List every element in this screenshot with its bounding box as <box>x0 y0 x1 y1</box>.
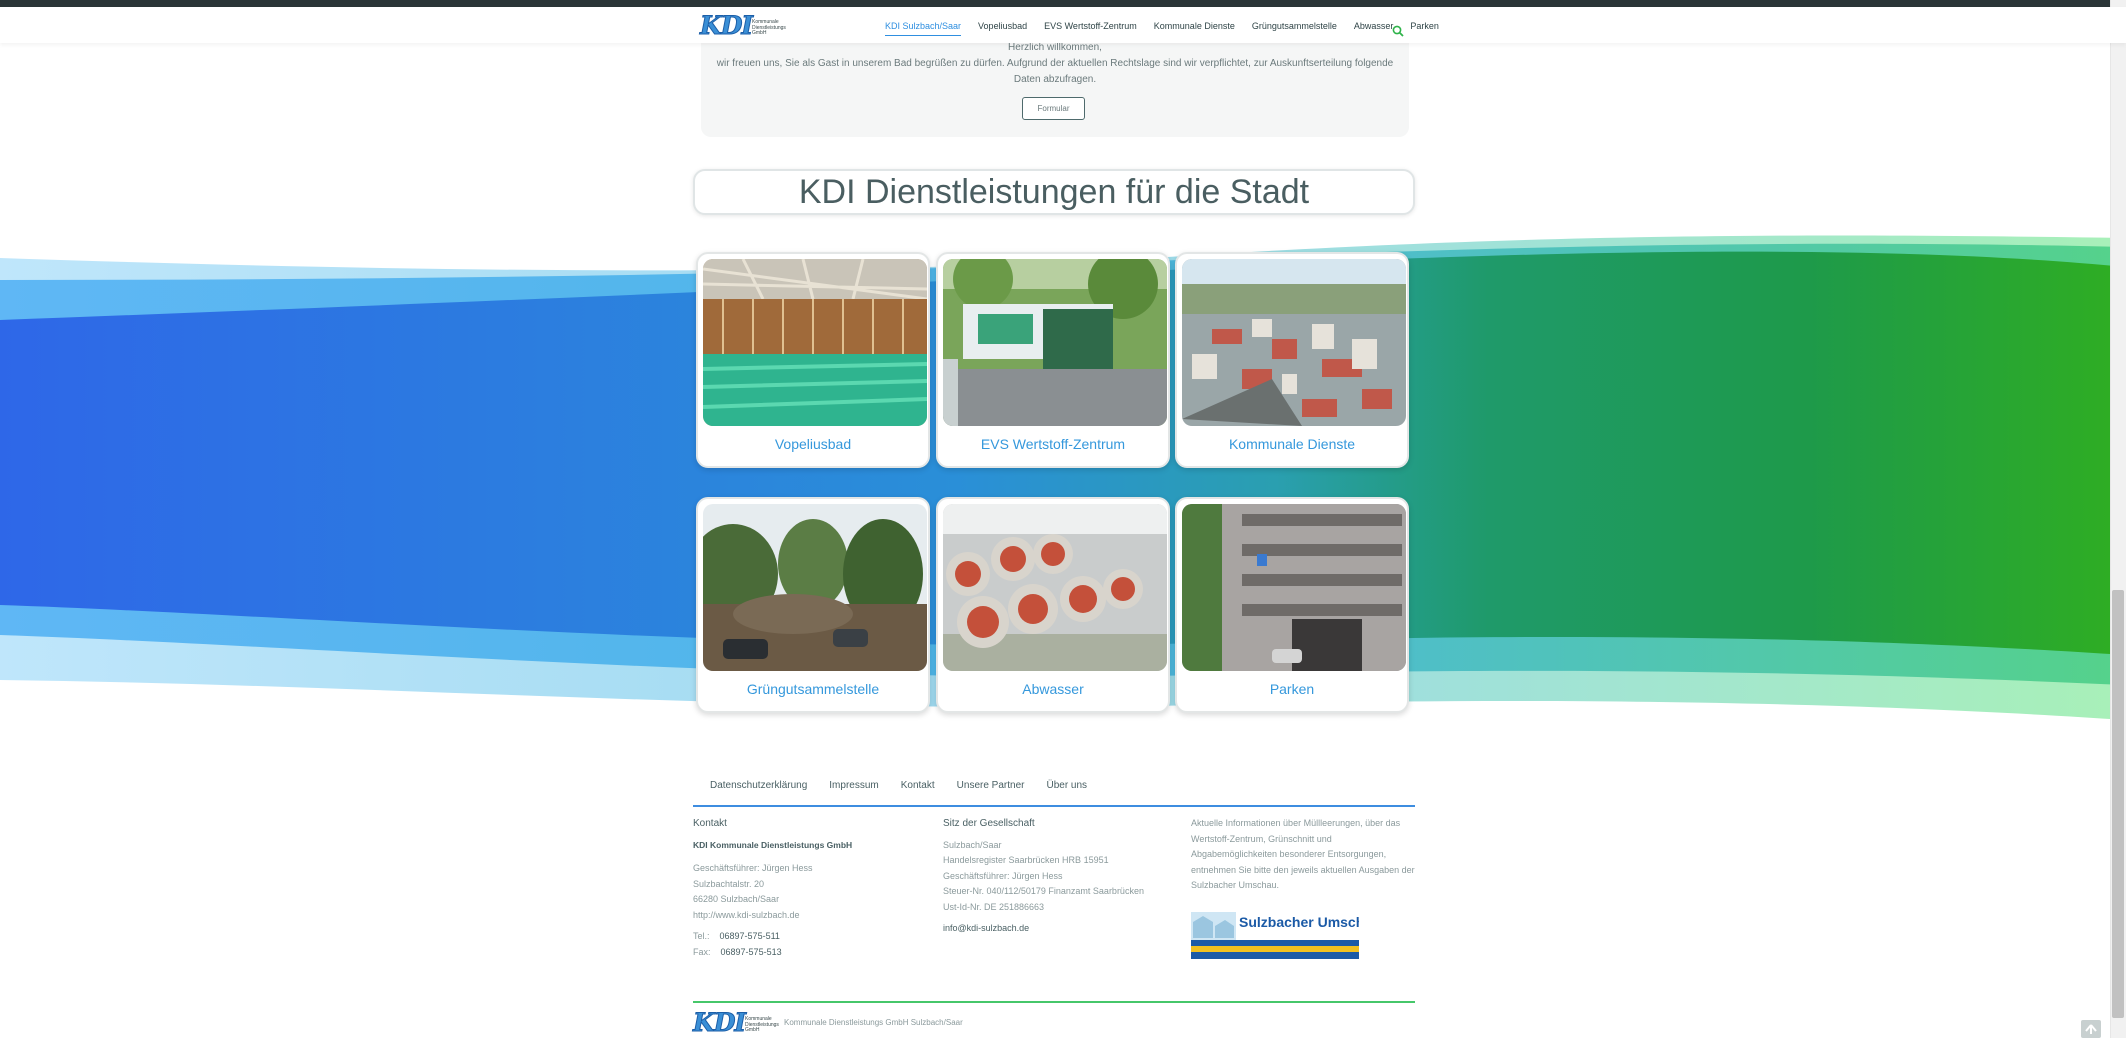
main-nav: KDI Sulzbach/Saar Vopeliusbad EVS Wertst… <box>885 21 1456 36</box>
scrollbar-thumb[interactable] <box>2112 590 2124 1018</box>
welcome-line-3: Daten abzufragen. <box>1013 74 1097 85</box>
nav-item-abwasser[interactable]: Abwasser <box>1354 21 1394 36</box>
news-text-2: Wertstoff-Zentrum, Grünschnitt und <box>1191 833 1332 844</box>
nav-item-gruengutsammelstelle[interactable]: Grüngutsammelstelle <box>1252 21 1337 36</box>
seat-heading: Sitz der Gesellschaft <box>943 818 1035 829</box>
tile-label-abwasser: Abwasser <box>1022 681 1084 697</box>
tile-vopeliusbad[interactable]: Vopeliusbad <box>696 252 930 468</box>
contact-city: 66280 Sulzbach/Saar <box>693 894 780 904</box>
news-text-4: entnehmen Sie bitte den jeweils aktuelle… <box>1191 864 1415 875</box>
news-text-1: Aktuelle Informationen über Müllleerunge… <box>1191 818 1401 828</box>
nav-item-kommunale-dienste[interactable]: Kommunale Dienste <box>1154 21 1235 36</box>
site-header: KDI Kommunale Dienstleistungs GmbH KDI S… <box>0 7 2126 43</box>
tel-number[interactable]: 06897-575-511 <box>720 931 780 941</box>
sulzbacher-umschau-logo[interactable]: Sulzbacher Umschau <box>1191 912 1359 959</box>
tile-evs-wertstoff-zentrum[interactable]: EVS Wertstoff-Zentrum <box>936 252 1170 468</box>
seat-register: Handelsregister Saarbrücken HRB 15951 <box>943 855 1109 865</box>
welcome-line-2: wir freuen uns, Sie als Gast in unserem … <box>716 58 1394 69</box>
fax-number: 06897-575-513 <box>720 946 782 957</box>
pipes-photo <box>943 504 1167 671</box>
footer-link-impressum[interactable]: Impressum <box>829 780 878 791</box>
tile-label-evs-wertstoff-zentrum: EVS Wertstoff-Zentrum <box>980 436 1126 452</box>
search-icon[interactable] <box>1392 25 1404 37</box>
contact-company: KDI Kommunale Dienstleistungs GmbH <box>693 839 853 850</box>
nav-item-parken[interactable]: Parken <box>1410 21 1439 36</box>
tile-parken[interactable]: Parken <box>1175 497 1409 713</box>
footer-logo-text: KDI <box>692 1008 746 1037</box>
pool-photo <box>703 259 927 426</box>
formular-button[interactable]: Formular <box>1022 97 1085 120</box>
news-text-5: Sulzbacher Umschau. <box>1191 880 1280 890</box>
footer-link-ueber-uns[interactable]: Über uns <box>1046 780 1087 791</box>
arrow-up-icon <box>2085 1024 2097 1034</box>
browser-top-bar <box>0 0 2126 7</box>
town-aerial-photo <box>1182 259 1406 426</box>
nav-item-kdi-sulzbach[interactable]: KDI Sulzbach/Saar <box>885 21 962 36</box>
footer-nav: Datenschutzerklärung Impressum Kontakt U… <box>710 780 1109 791</box>
footer-link-partner[interactable]: Unsere Partner <box>957 780 1025 791</box>
seat-email[interactable]: info@kdi-sulzbach.de <box>943 921 1183 937</box>
tile-label-kommunale-dienste: Kommunale Dienste <box>1228 436 1356 452</box>
contact-web[interactable]: http://www.kdi-sulzbach.de <box>693 908 933 924</box>
footer-seat: Sitz der Gesellschaft Sulzbach/Saar Hand… <box>943 816 1183 937</box>
bottom-divider <box>693 1001 1415 1003</box>
contact-manager: Geschäftsführer: Jürgen Hess <box>693 863 813 873</box>
nav-item-vopeliusbad[interactable]: Vopeliusbad <box>978 21 1027 36</box>
tile-label-parken: Parken <box>1269 681 1315 697</box>
contact-street: Sulzbachtalstr. 20 <box>693 878 765 889</box>
tile-kommunale-dienste[interactable]: Kommunale Dienste <box>1175 252 1409 468</box>
parking-garage-photo <box>1182 504 1406 671</box>
kdi-logo[interactable]: KDI Kommunale Dienstleistungs GmbH <box>699 11 790 40</box>
footer-logo-subtitle: Kommunale Dienstleistungs GmbH <box>745 1016 779 1033</box>
page: { "header": { "logo_text": "KDI", "logo_… <box>0 0 2126 1038</box>
recycling-center-photo <box>943 259 1167 426</box>
contact-heading: Kontakt <box>693 818 727 829</box>
seat-vat: Ust-Id-Nr. DE 251886663 <box>943 901 1045 912</box>
news-text-3: Abgabemöglichkeiten besonderer Entsorgun… <box>1191 849 1387 859</box>
back-to-top-button[interactable] <box>2081 1020 2101 1038</box>
svg-text:Sulzbacher Umschau: Sulzbacher Umschau <box>1239 914 1359 930</box>
seat-city: Sulzbach/Saar <box>943 839 1002 850</box>
tile-label-gruengutsammelstelle: Grüngutsammelstelle <box>746 681 880 697</box>
green-waste-photo <box>703 504 927 671</box>
nav-item-evs-wertstoff-zentrum[interactable]: EVS Wertstoff-Zentrum <box>1044 21 1137 36</box>
footer-link-datenschutz[interactable]: Datenschutzerklärung <box>710 780 807 791</box>
tile-abwasser[interactable]: Abwasser <box>936 497 1170 713</box>
footer-company-text: Kommunale Dienstleistungs GmbH Sulzbach/… <box>784 1018 963 1027</box>
footer-contact: Kontakt KDI Kommunale Dienstleistungs Gm… <box>693 816 933 960</box>
seat-tax: Steuer-Nr. 040/112/50179 Finanzamt Saarb… <box>943 886 1144 896</box>
fax-label: Fax: <box>693 946 711 957</box>
services-title-box: KDI Dienstleistungen für die Stadt <box>693 169 1415 215</box>
footer-news: Aktuelle Informationen über Müllleerunge… <box>1191 816 1415 894</box>
footer-link-kontakt[interactable]: Kontakt <box>901 780 935 791</box>
tile-label-vopeliusbad: Vopeliusbad <box>774 436 852 452</box>
tile-gruengutsammelstelle[interactable]: Grüngutsammelstelle <box>696 497 930 713</box>
welcome-text: Herzlich willkommen, wir freuen uns, Sie… <box>716 40 1394 88</box>
seat-manager: Geschäftsführer: Jürgen Hess <box>943 870 1063 881</box>
footer-kdi-logo[interactable]: KDI Kommunale Dienstleistungs GmbH <box>692 1008 783 1037</box>
logo-text: KDI <box>699 11 753 40</box>
tel-label: Tel.: <box>693 931 710 941</box>
logo-subtitle: Kommunale Dienstleistungs GmbH <box>752 19 786 36</box>
footer-divider <box>693 805 1415 807</box>
services-title: KDI Dienstleistungen für die Stadt <box>798 172 1310 211</box>
